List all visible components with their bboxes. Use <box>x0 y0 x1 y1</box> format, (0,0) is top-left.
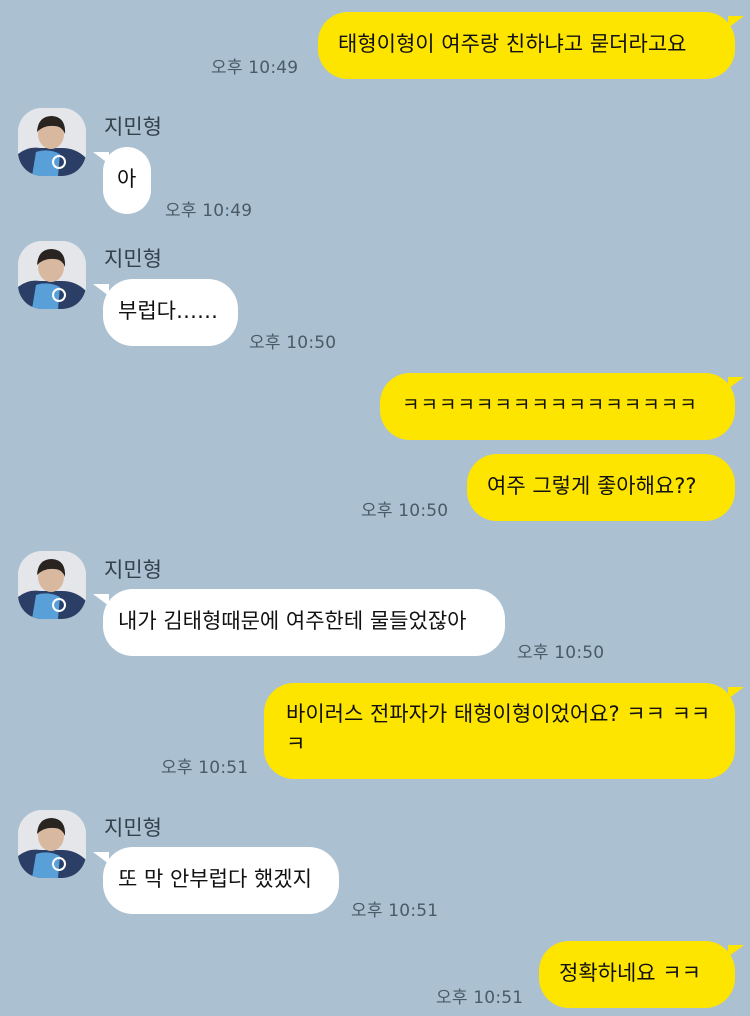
message-time: 오후 10:50 <box>249 333 337 353</box>
profile-photo-icon <box>18 810 86 878</box>
message-text: 여주 그렇게 좋아해요?? <box>487 474 697 498</box>
their-message-bubble[interactable]: 내가 김태형때문에 여주한테 물들었잖아 <box>103 589 505 656</box>
profile-photo-icon <box>18 551 86 619</box>
my-message-bubble[interactable]: 바이러스 전파자가 태형이형이었어요? ㅋㅋ ㅋㅋㅋ <box>264 683 735 779</box>
message-time: 오후 10:50 <box>361 501 449 521</box>
sender-name: 지민형 <box>104 115 162 139</box>
message-time: 오후 10:49 <box>211 58 299 78</box>
message-time: 오후 10:51 <box>161 758 249 778</box>
bubble-tail <box>93 594 109 606</box>
bubble-tail <box>93 284 109 296</box>
message-text: 태형이형이 여주랑 친하냐고 묻더라고요 <box>338 32 687 56</box>
their-message-bubble[interactable]: 부럽다…… <box>103 279 238 346</box>
message-time: 오후 10:51 <box>351 901 439 921</box>
message-text: 정확하네요 ㅋㅋ <box>559 961 701 985</box>
sender-name: 지민형 <box>104 816 162 840</box>
their-message-bubble[interactable]: 또 막 안부럽다 했겠지 <box>103 847 339 914</box>
message-text: 바이러스 전파자가 태형이형이었어요? ㅋㅋ ㅋㅋㅋ <box>286 702 711 756</box>
message-text: 아 <box>117 167 137 191</box>
bubble-tail <box>728 945 744 957</box>
sender-name: 지민형 <box>104 247 162 271</box>
sender-name: 지민형 <box>104 558 162 582</box>
bubble-tail <box>728 687 744 699</box>
message-time: 오후 10:50 <box>517 643 605 663</box>
profile-photo-icon <box>18 108 86 176</box>
message-text: 부럽다…… <box>118 299 218 323</box>
message-time: 오후 10:51 <box>436 988 524 1008</box>
avatar[interactable] <box>18 241 86 309</box>
my-message-bubble[interactable]: 여주 그렇게 좋아해요?? <box>467 454 735 521</box>
bubble-tail <box>93 152 109 164</box>
bubble-tail <box>728 16 744 28</box>
avatar[interactable] <box>18 108 86 176</box>
message-text: 또 막 안부럽다 했겠지 <box>118 867 312 891</box>
my-message-bubble[interactable]: ㅋㅋㅋㅋㅋㅋㅋㅋㅋㅋㅋㅋㅋㅋㅋㅋ <box>380 373 735 440</box>
profile-photo-icon <box>18 241 86 309</box>
avatar[interactable] <box>18 551 86 619</box>
avatar[interactable] <box>18 810 86 878</box>
my-message-bubble[interactable]: 정확하네요 ㅋㅋ <box>539 941 735 1008</box>
message-text: 내가 김태형때문에 여주한테 물들었잖아 <box>118 609 467 633</box>
message-text: ㅋㅋㅋㅋㅋㅋㅋㅋㅋㅋㅋㅋㅋㅋㅋㅋ <box>402 394 698 416</box>
chat-area: 오후 10:49 태형이형이 여주랑 친하냐고 묻더라고요 지민형 아 오후 1… <box>0 0 750 1016</box>
message-time: 오후 10:49 <box>165 201 253 221</box>
bubble-tail <box>728 377 744 389</box>
my-message-bubble[interactable]: 태형이형이 여주랑 친하냐고 묻더라고요 <box>318 12 735 79</box>
bubble-tail <box>93 852 109 864</box>
their-message-bubble[interactable]: 아 <box>103 147 151 214</box>
